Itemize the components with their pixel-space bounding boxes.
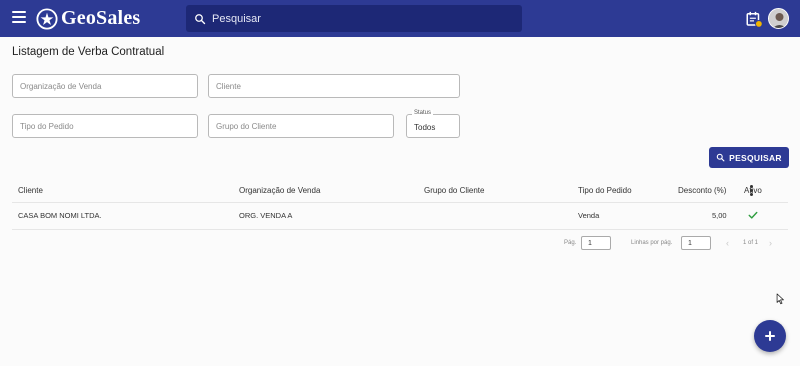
search-input[interactable] (212, 12, 512, 25)
grupo-cliente-field[interactable] (208, 114, 394, 138)
prev-page-icon[interactable]: ‹ (726, 238, 729, 248)
add-button[interactable] (754, 320, 786, 352)
cell-desconto: 5,00 (712, 211, 727, 220)
row-divider (12, 229, 788, 230)
status-select[interactable]: Status Todos (406, 110, 460, 138)
avatar[interactable] (768, 8, 789, 29)
avatar-icon (769, 9, 788, 28)
rows-per-page-label: Linhas por pág. (631, 240, 673, 246)
cliente-field[interactable] (208, 74, 460, 98)
menu-icon[interactable] (12, 11, 26, 25)
column-header-organizacao[interactable]: Organização de Venda (239, 186, 320, 195)
app-logo-text: GeoSales (61, 7, 141, 29)
search-button[interactable]: PESQUISAR (709, 147, 789, 168)
column-header-cliente[interactable]: Cliente (18, 186, 43, 195)
cell-cliente: CASA BOM NOMI LTDA. (18, 211, 102, 220)
top-app-bar: GeoSales (0, 0, 800, 37)
calendar-notification-icon[interactable] (745, 10, 763, 28)
column-header-tipo[interactable]: Tipo do Pedido (578, 186, 632, 195)
search-button-label: PESQUISAR (729, 152, 782, 163)
cell-tipo: Venda (578, 211, 600, 220)
global-search[interactable] (186, 5, 522, 32)
more-vert-icon[interactable] (747, 185, 755, 197)
search-icon (195, 13, 206, 24)
page-title: Listagem de Verba Contratual (12, 46, 165, 58)
status-label: Status (412, 110, 434, 116)
rows-per-page-input[interactable] (681, 236, 711, 250)
column-header-desconto[interactable]: Desconto (%) (678, 186, 726, 195)
page-input[interactable] (581, 236, 611, 250)
cell-organizacao: ORG. VENDA A (239, 211, 293, 220)
next-page-icon[interactable]: › (769, 238, 772, 248)
check-icon (748, 211, 758, 219)
page-label: Pág. (564, 240, 577, 246)
header-divider (12, 202, 788, 203)
status-value: Todos (414, 123, 436, 132)
geosales-logo-icon (36, 7, 58, 30)
organizacao-venda-field[interactable] (12, 74, 198, 98)
page-count: 1 of 1 (743, 240, 759, 246)
column-header-grupo[interactable]: Grupo do Cliente (424, 186, 484, 195)
tipo-pedido-field[interactable] (12, 114, 198, 138)
mouse-cursor-icon (776, 293, 784, 305)
app-logo[interactable]: GeoSales (36, 6, 140, 31)
search-icon (716, 153, 725, 162)
